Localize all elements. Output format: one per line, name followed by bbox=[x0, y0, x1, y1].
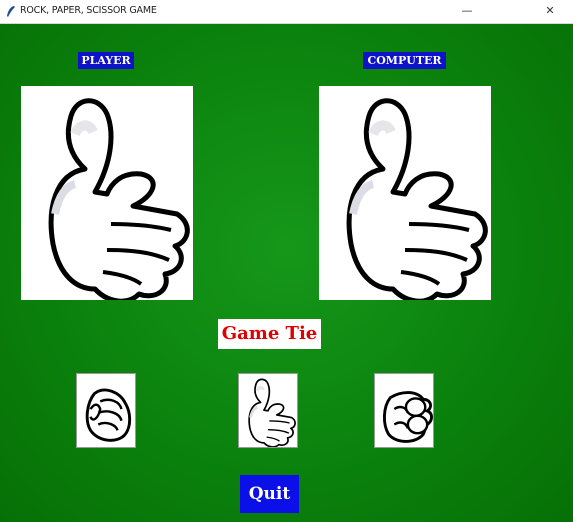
computer-label: COMPUTER bbox=[363, 52, 446, 69]
minimize-button[interactable]: — bbox=[444, 0, 490, 23]
paper-button[interactable] bbox=[238, 373, 298, 448]
close-button[interactable]: ✕ bbox=[527, 0, 573, 23]
scissor-button[interactable] bbox=[374, 373, 434, 448]
scissors-hand-icon bbox=[382, 391, 433, 443]
fist-icon bbox=[85, 388, 132, 442]
quit-button[interactable]: Quit bbox=[240, 475, 299, 513]
open-hand-icon bbox=[21, 86, 193, 300]
rock-button[interactable] bbox=[76, 373, 136, 448]
player-choice-image bbox=[21, 86, 193, 300]
window-titlebar: ROCK, PAPER, SCISSOR GAME — ✕ bbox=[0, 0, 573, 24]
feather-icon bbox=[7, 6, 15, 17]
result-message: Game Tie bbox=[218, 319, 321, 349]
window-title: ROCK, PAPER, SCISSOR GAME bbox=[20, 5, 157, 16]
player-label: PLAYER bbox=[78, 52, 134, 69]
computer-choice-image bbox=[319, 86, 491, 300]
game-canvas: PLAYER COMPUTER Game Tie Quit bbox=[0, 24, 573, 522]
open-hand-icon bbox=[247, 377, 297, 447]
open-hand-icon bbox=[319, 86, 491, 300]
